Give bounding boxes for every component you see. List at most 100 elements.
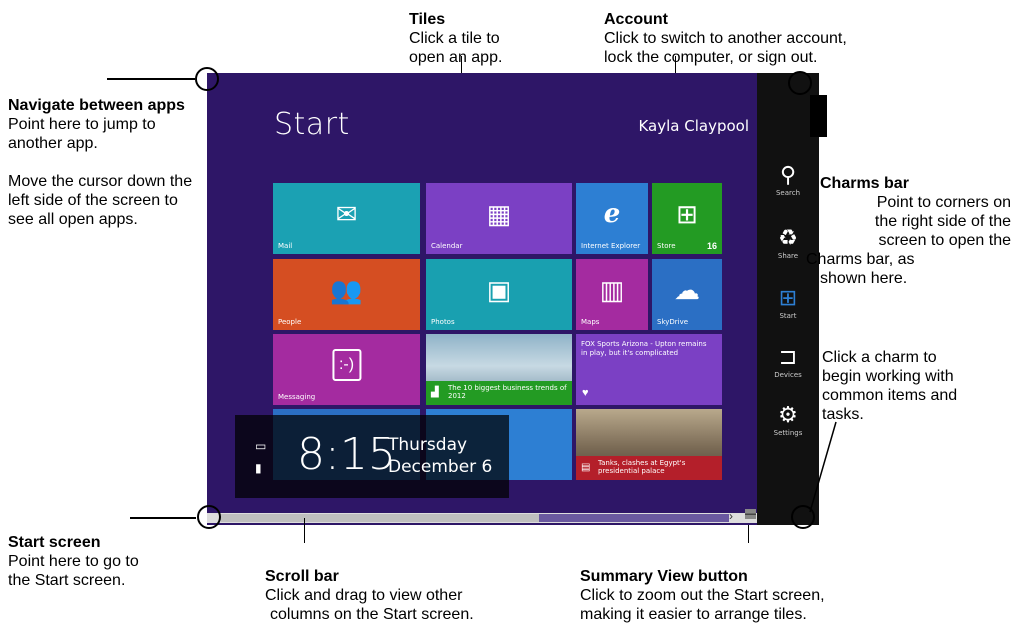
charms-bar-callout-line3: screen to open the xyxy=(878,232,1011,249)
account-callout-line2: lock the computer, or sign out. xyxy=(604,49,818,66)
top-right-corner-marker xyxy=(788,71,812,95)
people-icon: 👥 xyxy=(330,275,363,306)
scroll-bar-callout-line1: Click and drag to view other xyxy=(265,587,463,604)
charms-bar-callout-title: Charms bar xyxy=(820,175,909,192)
tile-skydrive[interactable]: ☁ SkyDrive xyxy=(652,259,722,330)
tile-internet-explorer[interactable]: e Internet Explorer xyxy=(576,183,648,254)
scroll-thumb[interactable] xyxy=(221,514,539,522)
mail-icon: ✉ xyxy=(335,199,358,230)
start-screen-leader-line xyxy=(130,517,196,519)
start-title: Start xyxy=(274,107,350,142)
scroll-bar-callout: Scroll bar Click and drag to view other … xyxy=(265,567,474,624)
tile-calendar[interactable]: ▦ Calendar xyxy=(426,183,572,254)
tile-label: People xyxy=(278,318,302,326)
navigate-callout: Navigate between apps Point here to jump… xyxy=(8,96,200,229)
account-callout-line1: Click to switch to another account, xyxy=(604,30,847,47)
tiles-callout: Tiles Click a tile to open an app. xyxy=(409,10,502,67)
charms-bar-callout-line1: Point to corners on xyxy=(876,194,1011,211)
account-callout: Account Click to switch to another accou… xyxy=(604,10,847,67)
summary-view-button[interactable]: — xyxy=(745,509,756,520)
tile-messaging[interactable]: :-) Messaging xyxy=(273,334,420,405)
charms-bar-callout-line2: the right side of the xyxy=(874,213,1011,230)
navigate-leader-line xyxy=(107,78,195,80)
world-news-banner: ▤ Tanks, clashes at Egypt's presidential… xyxy=(576,456,722,480)
calendar-icon: ▦ xyxy=(486,199,512,230)
tile-label: Maps xyxy=(581,318,600,326)
clock-time: 8:15 xyxy=(297,429,396,480)
tile-label: Tanks, clashes at Egypt's presidential p… xyxy=(598,459,686,475)
cloud-icon: ☁ xyxy=(674,275,700,306)
charm-devices[interactable]: ⊐ Devices xyxy=(757,344,819,380)
start-screen-callout-line2: the Start screen. xyxy=(8,572,126,589)
summary-view-leader-line xyxy=(748,525,749,543)
tile-label: Photos xyxy=(431,318,455,326)
scroll-bar-leader-line xyxy=(304,518,305,543)
tile-sports[interactable]: FOX Sports Arizona - Upton remains in pl… xyxy=(576,334,722,405)
navigate-callout-extra: Move the cursor down the left side of th… xyxy=(8,173,193,228)
trophy-icon: ♥ xyxy=(582,387,589,399)
charm-label: Start xyxy=(779,312,797,320)
clock-date: December 6 xyxy=(388,457,493,477)
tile-mail[interactable]: ✉ Mail xyxy=(273,183,420,254)
tile-maps[interactable]: ▥ Maps xyxy=(576,259,648,330)
summary-view-callout: Summary View button Click to zoom out th… xyxy=(580,567,825,624)
news-icon: ▤ xyxy=(581,462,591,473)
start-screen-callout-title: Start screen xyxy=(8,534,101,551)
tile-store[interactable]: ⊞ Store 16 xyxy=(652,183,722,254)
tile-world-news[interactable]: ▤ Tanks, clashes at Egypt's presidential… xyxy=(576,409,722,480)
tile-label: Internet Explorer xyxy=(581,242,641,250)
charm-label: Devices xyxy=(774,371,802,379)
messaging-icon: :-) xyxy=(331,349,362,382)
start-screen: Start Kayla Claypool ✉ Mail ▦ Calendar e… xyxy=(207,73,757,525)
tile-business-news[interactable]: ▟ The 10 biggest business trends of 2012 xyxy=(426,334,572,405)
navigate-callout-text: Point here to jump to another app. xyxy=(8,116,156,152)
business-news-banner: ▟ The 10 biggest business trends of 2012 xyxy=(426,381,572,405)
click-charm-callout-line2: begin working with xyxy=(822,368,954,385)
battery-icon: ▮ xyxy=(255,461,262,475)
charms-bar-callout: Charms bar Point to corners on the right… xyxy=(806,174,1011,288)
tile-people[interactable]: 👥 People xyxy=(273,259,420,330)
account-name[interactable]: Kayla Claypool xyxy=(638,117,749,135)
tiles-callout-title: Tiles xyxy=(409,11,446,28)
start-screen-callout: Start screen Point here to go to the Sta… xyxy=(8,533,198,590)
clock-day: Thursday xyxy=(388,435,468,455)
network-icon: ▭ xyxy=(255,439,267,453)
charms-top-block xyxy=(810,95,827,137)
summary-view-callout-line2: making it easier to arrange tiles. xyxy=(580,606,807,623)
click-charm-callout-line3: common items and xyxy=(822,387,958,404)
click-charm-callout-line4: tasks. xyxy=(822,406,864,423)
bottom-left-corner-marker xyxy=(197,505,221,529)
lock-clock-overlay: ▭ ▮ 8:15 Thursday December 6 xyxy=(235,415,509,498)
tile-label: Mail xyxy=(278,242,293,250)
devices-icon: ⊐ xyxy=(778,344,798,369)
maps-icon: ▥ xyxy=(599,275,625,306)
charms-bar-callout-line5: shown here. xyxy=(820,270,908,287)
store-icon: ⊞ xyxy=(676,199,698,230)
tile-label: Store xyxy=(657,242,676,250)
windows-icon: ⊞ xyxy=(778,285,798,310)
start-screen-callout-line1: Point here to go to xyxy=(8,553,139,570)
click-charm-leader-line xyxy=(809,421,837,513)
chart-icon: ▟ xyxy=(431,387,439,398)
navigate-callout-title: Navigate between apps xyxy=(8,97,185,114)
top-left-corner-marker xyxy=(195,67,219,91)
tile-label: SkyDrive xyxy=(657,318,689,326)
tile-label: FOX Sports Arizona - Upton remains in pl… xyxy=(581,340,707,357)
photos-icon: ▣ xyxy=(486,275,512,306)
charm-start[interactable]: ⊞ Start xyxy=(757,285,819,321)
scroll-right-arrow[interactable]: › xyxy=(729,509,733,523)
scroll-bar[interactable]: › — xyxy=(207,509,757,523)
tile-label: Messaging xyxy=(278,393,316,401)
summary-view-callout-title: Summary View button xyxy=(580,568,748,585)
scroll-track[interactable] xyxy=(539,514,729,522)
store-badge: 16 xyxy=(706,241,717,251)
internet-explorer-icon: e xyxy=(603,199,621,230)
charms-bar-callout-line4: Charms bar, as xyxy=(806,251,915,268)
account-callout-title: Account xyxy=(604,11,668,28)
click-charm-callout-line1: Click a charm to xyxy=(822,349,937,366)
scroll-bar-callout-title: Scroll bar xyxy=(265,568,339,585)
tiles-callout-line2: open an app. xyxy=(409,49,503,66)
summary-view-callout-line1: Click to zoom out the Start screen, xyxy=(580,587,825,604)
tiles-callout-line1: Click a tile to xyxy=(409,30,500,47)
tile-photos[interactable]: ▣ Photos xyxy=(426,259,572,330)
